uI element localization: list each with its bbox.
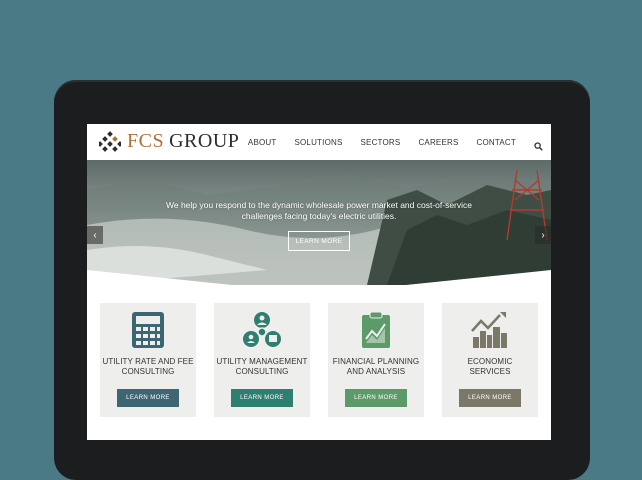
hero-banner: We help you respond to the dynamic whole… bbox=[87, 160, 551, 285]
nav-sectors[interactable]: SECTORS bbox=[361, 138, 401, 147]
learn-more-button[interactable]: LEARN MORE bbox=[117, 389, 179, 407]
diamond-logo-icon bbox=[99, 130, 121, 152]
header-bar: FCS GROUP ABOUT SOLUTIONS SECTORS CAREERS… bbox=[87, 124, 551, 160]
brand-accent: FCS bbox=[127, 130, 165, 152]
card-financial-planning: FINANCIAL PLANNING AND ANALYSIS LEARN MO… bbox=[328, 303, 424, 417]
nav-contact[interactable]: CONTACT bbox=[477, 138, 516, 147]
card-economic-services: ECONOMIC SERVICES LEARN MORE bbox=[442, 303, 538, 417]
card-title: UTILITY MANAGEMENT CONSULTING bbox=[216, 357, 308, 376]
nav-solutions[interactable]: SOLUTIONS bbox=[294, 138, 342, 147]
brand-rest: GROUP bbox=[169, 130, 240, 152]
card-utility-management: UTILITY MANAGEMENT CONSULTING LEARN MORE bbox=[214, 303, 310, 417]
card-title: ECONOMIC SERVICES bbox=[467, 357, 513, 376]
nav-about[interactable]: ABOUT bbox=[248, 138, 277, 147]
hero-text: We help you respond to the dynamic whole… bbox=[87, 200, 551, 222]
calculator-icon bbox=[132, 312, 164, 348]
website-screen: FCS GROUP ABOUT SOLUTIONS SECTORS CAREERS… bbox=[87, 124, 551, 440]
logo[interactable]: FCS GROUP bbox=[99, 130, 239, 153]
main-nav: ABOUT SOLUTIONS SECTORS CAREERS CONTACT bbox=[230, 124, 543, 160]
chevron-right-icon: › bbox=[541, 229, 545, 241]
learn-more-button[interactable]: LEARN MORE bbox=[231, 389, 293, 407]
card-title: UTILITY RATE AND FEE CONSULTING bbox=[102, 357, 194, 376]
growth-city-icon bbox=[471, 312, 507, 348]
chevron-left-icon: ‹ bbox=[93, 229, 97, 241]
team-network-icon bbox=[243, 312, 281, 347]
carousel-next-button[interactable]: › bbox=[535, 226, 551, 244]
carousel-prev-button[interactable]: ‹ bbox=[87, 226, 103, 244]
hero-line-2: challenges facing today's electric utili… bbox=[241, 211, 397, 221]
search-icon[interactable] bbox=[534, 138, 543, 151]
hero-landscape-image bbox=[87, 170, 551, 285]
card-title: FINANCIAL PLANNING AND ANALYSIS bbox=[332, 357, 420, 376]
learn-more-button[interactable]: LEARN MORE bbox=[459, 389, 521, 407]
card-utility-rate: UTILITY RATE AND FEE CONSULTING LEARN MO… bbox=[100, 303, 196, 417]
hero-learn-more-button[interactable]: LEARN MORE bbox=[288, 231, 350, 251]
nav-careers[interactable]: CAREERS bbox=[418, 138, 458, 147]
clipboard-chart-icon bbox=[362, 311, 390, 348]
hero-line-1: We help you respond to the dynamic whole… bbox=[166, 200, 472, 210]
learn-more-button[interactable]: LEARN MORE bbox=[345, 389, 407, 407]
